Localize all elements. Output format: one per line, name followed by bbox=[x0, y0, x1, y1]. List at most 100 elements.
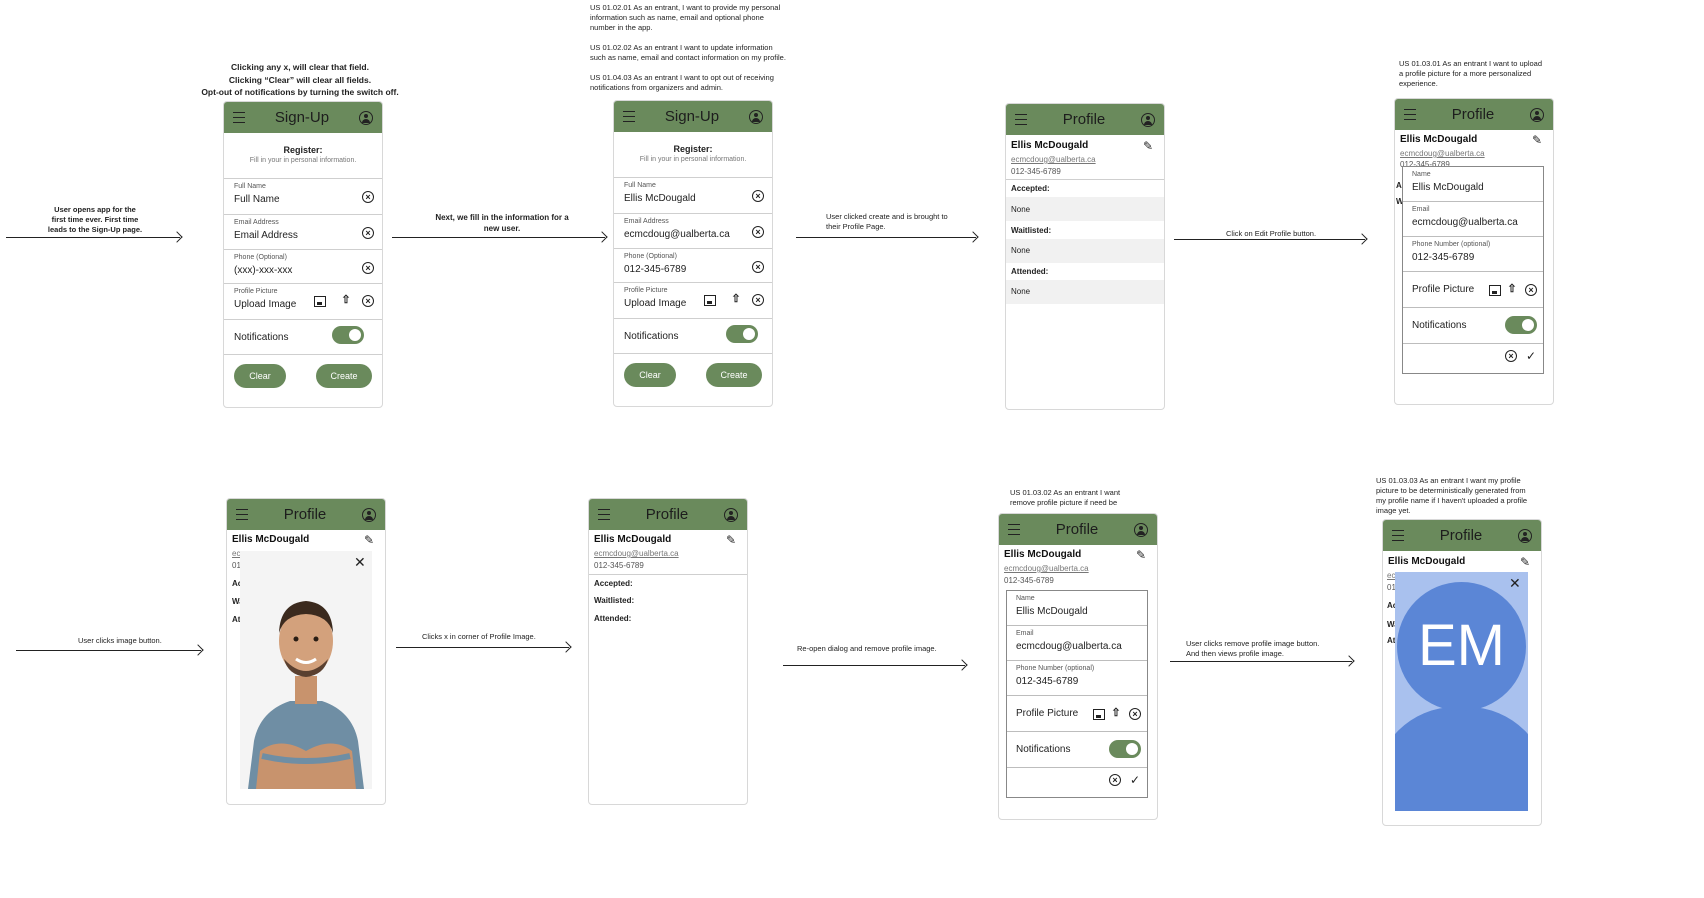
profile-edit-screen: Profile Ellis McDougald ✎ ecmcdoug@ualbe… bbox=[1394, 98, 1554, 405]
name-field[interactable]: Name Ellis McDougald bbox=[1403, 167, 1543, 202]
menu-icon[interactable] bbox=[1392, 530, 1404, 541]
app-bar: Sign-Up bbox=[224, 102, 382, 133]
close-photo-icon[interactable]: ✕ bbox=[354, 555, 366, 569]
account-icon[interactable] bbox=[358, 110, 373, 125]
cancel-icon[interactable]: × bbox=[1109, 774, 1121, 786]
avatar-body bbox=[1395, 707, 1528, 811]
notifications-toggle[interactable] bbox=[1109, 740, 1141, 758]
accepted-label: Accepted: bbox=[1011, 184, 1050, 193]
waitlisted-label: Waitlisted: bbox=[594, 596, 635, 605]
clear-field-icon[interactable]: × bbox=[362, 295, 374, 307]
avatar-initials: EM bbox=[1418, 613, 1505, 678]
phone-field[interactable]: Phone (Optional) (xxx)-xxx-xxx × bbox=[224, 249, 382, 284]
close-avatar-icon[interactable]: ✕ bbox=[1509, 576, 1521, 590]
arrow-2 bbox=[392, 237, 605, 238]
clear-field-icon[interactable]: × bbox=[362, 191, 374, 203]
remove-views-note: User clicks remove profile image button.… bbox=[1186, 639, 1320, 658]
full-name-field[interactable]: Full Name Full Name × bbox=[224, 178, 382, 213]
clear-field-icon[interactable]: × bbox=[752, 294, 764, 306]
account-icon[interactable] bbox=[748, 109, 763, 124]
edit-profile-dialog: Name Ellis McDougald Email ecmcdoug@ualb… bbox=[1402, 166, 1544, 374]
email-field[interactable]: Email ecmcdoug@ualberta.ca bbox=[1007, 626, 1147, 661]
image-icon[interactable] bbox=[704, 295, 716, 306]
edit-pencil-icon[interactable]: ✎ bbox=[725, 534, 737, 546]
clicked-create-note: User clicked create and is brought to th… bbox=[826, 212, 948, 231]
remove-picture-icon[interactable]: × bbox=[1525, 284, 1537, 296]
edit-pencil-icon[interactable]: ✎ bbox=[1142, 140, 1154, 152]
clear-field-icon[interactable]: × bbox=[752, 226, 764, 238]
clear-field-icon[interactable]: × bbox=[752, 261, 764, 273]
app-bar: Sign-Up bbox=[614, 101, 772, 132]
clicks-x-note: Clicks x in corner of Profile Image. bbox=[422, 632, 536, 641]
notifications-toggle[interactable] bbox=[1505, 316, 1537, 334]
menu-icon[interactable] bbox=[598, 509, 610, 520]
person-photo-illustration bbox=[240, 551, 372, 789]
app-bar: Profile bbox=[1395, 99, 1553, 130]
notifications-toggle[interactable] bbox=[332, 326, 364, 344]
image-icon[interactable] bbox=[314, 296, 326, 307]
phone-field[interactable]: Phone Number (optional) 012-345-6789 bbox=[1007, 661, 1147, 696]
upload-icon[interactable]: ⇧ bbox=[1507, 284, 1517, 295]
signup-screen-empty: Sign-Up Register: Fill in your in person… bbox=[223, 101, 383, 408]
create-button[interactable]: Create bbox=[316, 364, 372, 388]
page-title: Profile bbox=[1055, 521, 1099, 538]
obscured-label: A bbox=[1396, 181, 1402, 190]
edit-pencil-icon[interactable]: ✎ bbox=[1531, 134, 1543, 146]
clear-button[interactable]: Clear bbox=[624, 363, 676, 387]
profile-picture-field: Profile Picture Upload Image ⇧ × bbox=[224, 283, 382, 318]
confirm-check-icon[interactable]: ✓ bbox=[1130, 774, 1140, 786]
edit-pencil-icon[interactable]: ✎ bbox=[363, 534, 375, 546]
edit-pencil-icon[interactable]: ✎ bbox=[1135, 549, 1147, 561]
email-field[interactable]: Email ecmcdoug@ualberta.ca bbox=[1403, 202, 1543, 237]
account-icon[interactable] bbox=[1134, 522, 1148, 537]
user-stories-top-note: US 01.02.01 As an entrant, I want to pro… bbox=[590, 3, 786, 92]
profile-picture-row: Profile Picture ⇧ × bbox=[1007, 696, 1147, 732]
cancel-icon[interactable]: × bbox=[1505, 350, 1517, 362]
clear-field-icon[interactable]: × bbox=[362, 262, 374, 274]
name-field[interactable]: Name Ellis McDougald bbox=[1007, 591, 1147, 626]
clear-button[interactable]: Clear bbox=[234, 364, 286, 388]
account-icon[interactable] bbox=[362, 507, 376, 522]
upload-icon[interactable]: ⇧ bbox=[1111, 708, 1121, 719]
image-icon[interactable] bbox=[1093, 709, 1105, 720]
image-icon[interactable] bbox=[1489, 285, 1501, 296]
arrow-5 bbox=[16, 650, 201, 651]
account-icon[interactable] bbox=[724, 507, 738, 522]
account-icon[interactable] bbox=[1518, 528, 1532, 543]
account-icon[interactable] bbox=[1141, 112, 1155, 127]
arrow-3 bbox=[796, 237, 976, 238]
clear-field-icon[interactable]: × bbox=[362, 227, 374, 239]
email-field[interactable]: Email Address ecmcdoug@ualberta.ca × bbox=[614, 213, 772, 248]
clear-field-icon[interactable]: × bbox=[752, 190, 764, 202]
menu-icon[interactable] bbox=[1015, 114, 1027, 125]
profile-edit-screen-2: Profile Ellis McDougald ✎ ecmcdoug@ualbe… bbox=[998, 513, 1158, 820]
remove-picture-icon[interactable]: × bbox=[1129, 708, 1141, 720]
notifications-toggle[interactable] bbox=[726, 325, 758, 343]
email-field[interactable]: Email Address Email Address × bbox=[224, 214, 382, 249]
full-name-field[interactable]: Full Name Ellis McDougald × bbox=[614, 177, 772, 212]
upload-icon[interactable]: ⇧ bbox=[731, 294, 741, 305]
phone-field[interactable]: Phone (Optional) 012-345-6789 × bbox=[614, 248, 772, 283]
create-button[interactable]: Create bbox=[706, 363, 762, 387]
menu-icon[interactable] bbox=[1008, 524, 1020, 535]
edit-pencil-icon[interactable]: ✎ bbox=[1519, 556, 1531, 568]
generated-avatar[interactable]: EM ✕ bbox=[1395, 572, 1528, 811]
profile-photo[interactable]: ✕ bbox=[240, 551, 372, 789]
upload-icon[interactable]: ⇧ bbox=[341, 295, 351, 306]
menu-icon[interactable] bbox=[623, 111, 635, 122]
phone-field[interactable]: Phone Number (optional) 012-345-6789 bbox=[1403, 237, 1543, 272]
account-icon[interactable] bbox=[1530, 107, 1544, 122]
profile-photo-screen: Profile Ellis McDougald ✎ ec 01 Ac Wa At… bbox=[226, 498, 386, 805]
profile-email: ecmcdoug@ualberta.ca bbox=[1011, 155, 1096, 164]
menu-icon[interactable] bbox=[236, 509, 248, 520]
edit-profile-dialog: Name Ellis McDougald Email ecmcdoug@ualb… bbox=[1006, 590, 1148, 798]
confirm-check-icon[interactable]: ✓ bbox=[1526, 350, 1536, 362]
clicks-image-note: User clicks image button. bbox=[78, 636, 162, 645]
profile-phone: 012-345-6789 bbox=[1011, 167, 1061, 176]
menu-icon[interactable] bbox=[233, 112, 245, 123]
arrow-8 bbox=[1170, 661, 1352, 662]
click-edit-note: Click on Edit Profile button. bbox=[1226, 229, 1317, 238]
app-bar: Profile bbox=[227, 499, 385, 530]
menu-icon[interactable] bbox=[1404, 109, 1416, 120]
profile-email: ecmcdoug@ualberta.ca bbox=[1400, 149, 1485, 158]
